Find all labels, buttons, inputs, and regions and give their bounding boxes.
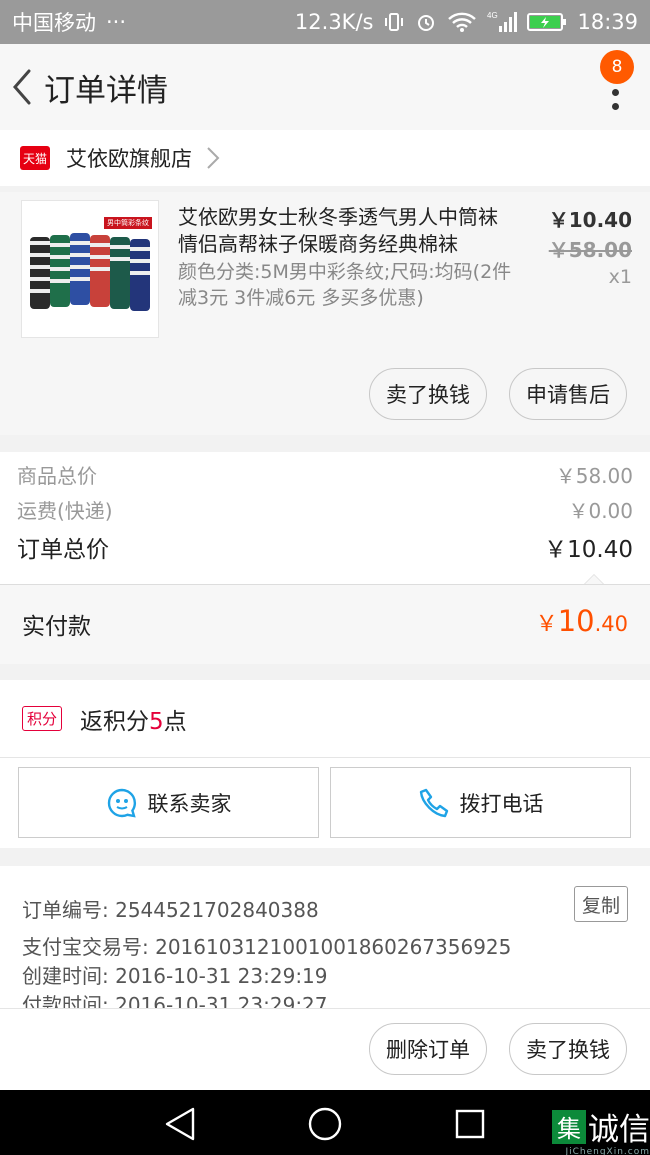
goods-total-label: 商品总价 bbox=[17, 464, 97, 488]
more-dot-icon bbox=[611, 103, 619, 110]
paid-amount: ￥10.40 bbox=[536, 604, 628, 638]
delete-order-button[interactable]: 删除订单 bbox=[369, 1023, 487, 1075]
points-prefix: 返积分 bbox=[80, 708, 150, 735]
more-dots: ··· bbox=[106, 10, 127, 34]
action-bar: 删除订单 卖了换钱 bbox=[0, 1008, 650, 1090]
vibrate-icon bbox=[383, 11, 405, 33]
shipping-label: 运费(快递) bbox=[17, 499, 113, 523]
call-label: 拨打电话 bbox=[459, 791, 544, 816]
call-button[interactable]: 拨打电话 bbox=[330, 767, 631, 838]
svg-text:4G: 4G bbox=[487, 11, 498, 20]
thumbnail-tag: 男中筒彩条纹 bbox=[104, 217, 152, 229]
more-dot-icon bbox=[611, 88, 619, 96]
watermark-url: JiChengXin.com bbox=[565, 1147, 650, 1155]
order-item[interactable]: 男中筒彩条纹 艾依欧男女士秋冬季透气男人中筒袜情侣高帮袜子保暖商务经典棉袜 颜色… bbox=[0, 192, 650, 435]
contact-seller-button[interactable]: 联系卖家 bbox=[18, 767, 319, 838]
copy-button[interactable]: 复制 bbox=[574, 886, 628, 922]
notification-badge[interactable]: 8 bbox=[600, 50, 634, 84]
shipping-row: 运费(快递) ￥0.00 bbox=[17, 495, 633, 524]
home-circle-icon[interactable] bbox=[305, 1104, 345, 1144]
recents-square-icon[interactable] bbox=[450, 1104, 490, 1144]
paid-decimal: .40 bbox=[594, 612, 628, 636]
wifi-icon bbox=[447, 11, 477, 33]
watermark-text: 诚信 bbox=[588, 1112, 650, 1148]
goods-total-value: ￥58.00 bbox=[555, 464, 633, 488]
product-sku: 颜色分类:5M男中彩条纹;尺码:均码(2件减3元 3件减6元 多买多优惠) bbox=[178, 261, 512, 309]
currency-symbol: ￥ bbox=[535, 612, 558, 637]
created-time: 创建时间: 2016-10-31 23:29:19 bbox=[22, 964, 328, 988]
back-triangle-icon[interactable] bbox=[160, 1104, 200, 1144]
tmall-icon: 天猫 bbox=[20, 146, 50, 170]
contact-row: 联系卖家 拨打电话 bbox=[0, 758, 650, 848]
chat-icon bbox=[107, 788, 136, 818]
order-info: 订单编号: 2544521702840388 复制 支付宝交易号: 201610… bbox=[0, 866, 650, 1008]
chevron-right-icon bbox=[206, 146, 220, 170]
watermark-logo: 集 bbox=[552, 1109, 586, 1144]
signal-icon: 4G bbox=[487, 10, 518, 34]
after-sale-button[interactable]: 申请售后 bbox=[509, 368, 627, 420]
shop-name: 艾依欧旗舰店 bbox=[66, 147, 192, 171]
shipping-value: ￥0.00 bbox=[568, 499, 633, 523]
alarm-icon bbox=[415, 11, 437, 33]
product-quantity: x1 bbox=[608, 266, 632, 288]
back-button[interactable] bbox=[2, 44, 42, 130]
points-row: 积分 返积分5点 bbox=[0, 680, 650, 758]
order-total-value: ￥10.40 bbox=[544, 537, 633, 563]
product-price: ￥10.40 bbox=[548, 208, 632, 232]
watermark: 集 诚信 JiChengXin.com bbox=[552, 1104, 650, 1155]
order-number: 订单编号: 2544521702840388 bbox=[22, 898, 319, 922]
network-speed: 12.3K/s bbox=[294, 10, 374, 34]
alipay-number: 支付宝交易号: 2016103121001001860267356925 bbox=[22, 935, 512, 959]
points-text: 返积分5点 bbox=[80, 702, 187, 736]
paid-label: 实付款 bbox=[22, 614, 91, 640]
clock: 18:39 bbox=[577, 10, 638, 34]
nav-bar: 订单详情 8 bbox=[0, 44, 650, 130]
points-number: 5 bbox=[149, 708, 164, 735]
battery-icon bbox=[527, 11, 567, 33]
product-original-price: ￥58.00 bbox=[548, 238, 632, 262]
phone-icon bbox=[419, 788, 448, 817]
caret-up-icon bbox=[584, 574, 604, 584]
paid-time: 付款时间: 2016-10-31 23:29:27 bbox=[22, 993, 328, 1008]
order-total-label: 订单总价 bbox=[17, 537, 109, 563]
shop-row[interactable]: 天猫 艾依欧旗舰店 bbox=[0, 130, 650, 186]
system-nav-bar: 集 诚信 JiChengXin.com bbox=[0, 1090, 650, 1155]
paid-integer: 10 bbox=[557, 604, 595, 638]
product-thumbnail[interactable]: 男中筒彩条纹 bbox=[21, 200, 159, 338]
goods-total-row: 商品总价 ￥58.00 bbox=[17, 460, 633, 489]
contact-seller-label: 联系卖家 bbox=[147, 791, 232, 816]
sell-for-cash-button[interactable]: 卖了换钱 bbox=[369, 368, 487, 420]
product-title[interactable]: 艾依欧男女士秋冬季透气男人中筒袜情侣高帮袜子保暖商务经典棉袜 bbox=[178, 204, 508, 258]
chevron-left-icon bbox=[13, 69, 31, 105]
carrier-label: 中国移动 bbox=[12, 11, 96, 35]
points-badge: 积分 bbox=[22, 706, 63, 731]
status-bar: 中国移动 ··· 12.3K/s 4G 18:39 bbox=[0, 0, 650, 44]
paid-amount-row: 实付款 ￥10.40 bbox=[0, 574, 650, 664]
page-title: 订单详情 bbox=[44, 72, 168, 109]
sell-for-cash-bottom-button[interactable]: 卖了换钱 bbox=[509, 1023, 627, 1075]
order-total-row: 订单总价 ￥10.40 bbox=[17, 530, 633, 564]
points-suffix: 点 bbox=[163, 708, 187, 735]
price-summary: 商品总价 ￥58.00 运费(快递) ￥0.00 订单总价 ￥10.40 bbox=[0, 452, 650, 584]
